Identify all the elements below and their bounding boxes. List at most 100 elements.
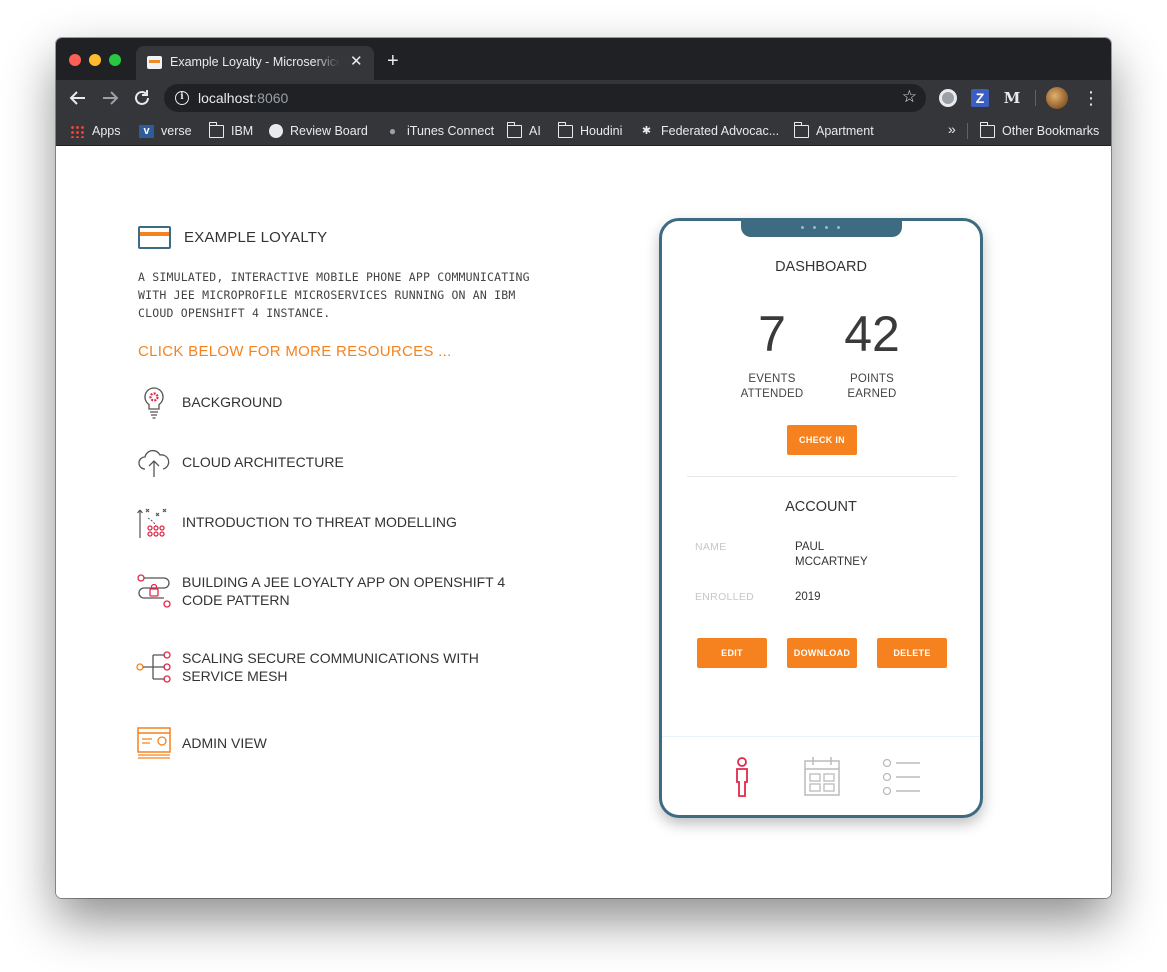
section-divider	[687, 476, 957, 477]
name-value-line: PAUL	[795, 541, 825, 553]
phone-tab-bar-divider	[662, 736, 980, 737]
brand-header: EXAMPLE LOYALTY	[138, 226, 327, 249]
download-button[interactable]: DOWNLOAD	[787, 638, 857, 668]
bookmark-label: Houdini	[580, 124, 623, 138]
enrolled-field-value: 2019	[795, 591, 821, 603]
cloud-upload-icon	[138, 449, 170, 477]
resource-link-service-mesh[interactable]: SCALING SECURE COMMUNICATIONS WITH SERVI…	[136, 649, 542, 685]
code-pattern-icon	[137, 574, 171, 608]
extension-circle-icon[interactable]	[939, 89, 957, 107]
phone-notch	[741, 221, 902, 237]
reload-icon[interactable]	[131, 87, 153, 109]
account-title: ACCOUNT	[785, 499, 857, 515]
url-port: :8060	[253, 90, 289, 106]
calendar-icon[interactable]	[803, 756, 841, 798]
bookmark-verse[interactable]: v verse	[139, 122, 192, 140]
bookmark-houdini[interactable]: Houdini	[557, 121, 623, 140]
profile-avatar[interactable]	[1046, 87, 1068, 109]
bee-icon: ✱	[641, 124, 652, 137]
credit-card-icon	[138, 226, 171, 249]
page-content: EXAMPLE LOYALTY A SIMULATED, INTERACTIVE…	[56, 147, 1111, 898]
resource-link-threat-modelling[interactable]: INTRODUCTION TO THREAT MODELLING	[136, 504, 542, 540]
events-attended-stat: 7 EVENTS ATTENDED	[722, 305, 822, 402]
tab-close-icon[interactable]: ✕	[350, 54, 363, 69]
points-label-line: EARNED	[847, 388, 897, 400]
toolbar-separator	[1035, 90, 1036, 106]
bookmarks-bar: Apps v verse IBM Review Board ● iTunes Con…	[56, 116, 1111, 146]
bookmark-star-icon[interactable]: ☆	[902, 87, 917, 107]
url-host: localhost	[198, 90, 254, 106]
resource-link-code-pattern[interactable]: BUILDING A JEE LOYALTY APP ON OPENSHIFT …	[136, 573, 542, 609]
events-count: 7	[758, 306, 786, 362]
bookmarks-separator	[967, 123, 968, 139]
resources-heading: CLICK BELOW FOR MORE RESOURCES ...	[138, 343, 452, 360]
bookmark-review-board[interactable]: Review Board	[269, 122, 368, 140]
minimize-window-button[interactable]	[89, 54, 101, 66]
bookmark-label: IBM	[231, 124, 254, 138]
mendeley-extension-icon[interactable]: M	[1003, 89, 1021, 107]
list-icon[interactable]	[882, 756, 922, 798]
apps-grid-icon	[70, 124, 85, 138]
browser-menu-icon[interactable]: ⋮	[1082, 86, 1100, 110]
admin-window-icon	[137, 727, 171, 759]
lightbulb-icon	[144, 387, 164, 419]
enrolled-field-label: ENROLLED	[695, 591, 755, 603]
bookmark-label: AI	[529, 124, 541, 138]
github-icon	[269, 124, 283, 138]
events-label-line: EVENTS	[748, 373, 796, 385]
new-tab-button[interactable]: +	[387, 51, 399, 71]
resource-label: SCALING SECURE COMMUNICATIONS WITH SERVI…	[182, 650, 479, 684]
events-label-line: ATTENDED	[740, 388, 804, 400]
bookmark-label: verse	[161, 124, 192, 138]
forward-arrow-icon[interactable]	[99, 87, 121, 109]
folder-icon	[506, 121, 522, 138]
bookmark-label: Apps	[92, 124, 121, 138]
points-earned-stat: 42 POINTS EARNED	[822, 305, 922, 402]
resource-label: CLOUD ARCHITECTURE	[182, 454, 344, 470]
points-label-line: POINTS	[849, 373, 894, 385]
events-label: EVENTS ATTENDED	[722, 372, 822, 402]
bookmark-itunes-connect[interactable]: ● iTunes Connect	[385, 122, 494, 140]
bookmark-ibm[interactable]: IBM	[208, 121, 254, 140]
points-count: 42	[844, 306, 900, 362]
resource-link-admin-view[interactable]: ADMIN VIEW	[136, 725, 542, 761]
resource-link-cloud-architecture[interactable]: CLOUD ARCHITECTURE	[136, 444, 542, 480]
bookmark-ai[interactable]: AI	[506, 121, 541, 140]
name-field-value: PAUL MCCARTNEY	[795, 540, 895, 570]
close-window-button[interactable]	[69, 54, 81, 66]
person-icon[interactable]	[730, 756, 754, 798]
threat-model-icon	[137, 508, 167, 538]
browser-tab[interactable]: Example Loyalty - Microservice E ✕	[136, 46, 374, 80]
points-label: POINTS EARNED	[822, 372, 922, 402]
bookmark-federated-advocacy[interactable]: ✱ Federated Advocac...	[639, 122, 779, 140]
folder-icon	[557, 121, 573, 138]
resource-label: ADMIN VIEW	[182, 735, 267, 751]
browser-window: Example Loyalty - Microservice E ✕ + i l…	[56, 38, 1111, 898]
verse-icon: v	[139, 124, 154, 138]
resource-link-background[interactable]: BACKGROUND	[136, 384, 542, 420]
more-bookmarks-chevron-icon[interactable]: »	[948, 121, 956, 137]
apple-icon: ●	[388, 123, 397, 138]
folder-icon	[208, 121, 224, 138]
bookmark-other-bookmarks[interactable]: Other Bookmarks	[979, 121, 1100, 140]
back-arrow-icon[interactable]	[67, 87, 89, 109]
tab-title: Example Loyalty - Microservice E	[170, 55, 340, 69]
delete-button[interactable]: DELETE	[877, 638, 947, 668]
tab-strip: Example Loyalty - Microservice E ✕ +	[56, 38, 1111, 80]
bookmark-apartment[interactable]: Apartment	[793, 121, 874, 140]
check-in-button[interactable]: CHECK IN	[787, 425, 857, 455]
bookmark-apps[interactable]: Apps	[70, 122, 121, 140]
address-bar[interactable]: i localhost:8060 ☆	[164, 84, 926, 112]
resource-label: BUILDING A JEE LOYALTY APP ON OPENSHIFT …	[182, 574, 506, 608]
folder-icon	[979, 121, 995, 138]
site-info-icon[interactable]: i	[175, 91, 189, 105]
bookmark-label: Other Bookmarks	[1002, 124, 1100, 138]
zotero-extension-icon[interactable]: Z	[971, 89, 989, 107]
folder-icon	[793, 121, 809, 138]
edit-button[interactable]: EDIT	[697, 638, 767, 668]
url-text: localhost:8060	[198, 90, 288, 106]
bookmark-label: Review Board	[290, 124, 368, 138]
zoom-window-button[interactable]	[109, 54, 121, 66]
bookmark-label: Federated Advocac...	[661, 124, 780, 138]
intro-text: A SIMULATED, INTERACTIVE MOBILE PHONE AP…	[138, 270, 530, 320]
